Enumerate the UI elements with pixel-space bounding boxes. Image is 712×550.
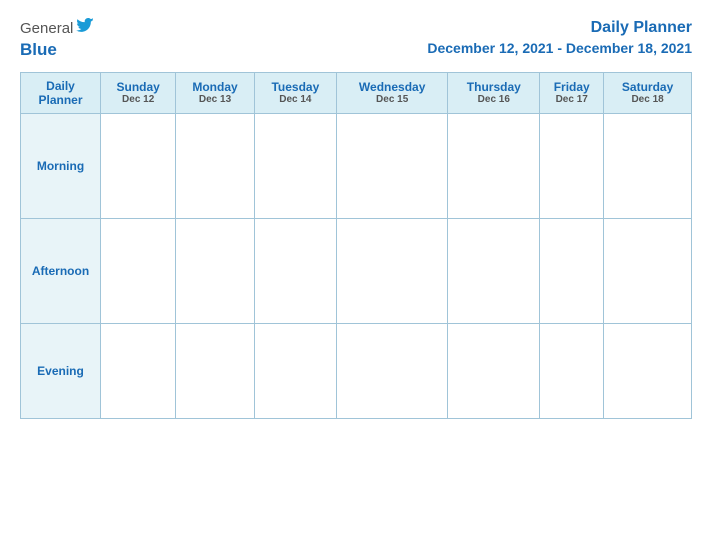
- thursday-date: Dec 16: [450, 94, 537, 105]
- morning-sunday[interactable]: [101, 113, 176, 218]
- morning-monday[interactable]: [176, 113, 254, 218]
- tuesday-date: Dec 14: [257, 94, 334, 105]
- planner-title: Daily Planner: [427, 18, 692, 39]
- evening-sunday[interactable]: [101, 323, 176, 418]
- friday-name: Friday: [542, 80, 601, 94]
- morning-row: Morning: [21, 113, 692, 218]
- saturday-name: Saturday: [606, 80, 689, 94]
- planner-col-label-planner: Planner: [23, 93, 98, 107]
- evening-wednesday[interactable]: [336, 323, 447, 418]
- morning-saturday[interactable]: [604, 113, 692, 218]
- calendar-table: Daily Planner Sunday Dec 12 Monday Dec 1…: [20, 72, 692, 419]
- calendar-header-row: Daily Planner Sunday Dec 12 Monday Dec 1…: [21, 72, 692, 113]
- planner-col-label-day: Daily: [23, 79, 98, 93]
- planner-date-range: December 12, 2021 - December 18, 2021: [427, 39, 692, 57]
- afternoon-wednesday[interactable]: [336, 218, 447, 323]
- sunday-date: Dec 12: [103, 94, 173, 105]
- logo-bird-icon: [76, 18, 94, 41]
- evening-monday[interactable]: [176, 323, 254, 418]
- logo: General Blue: [20, 18, 94, 60]
- thursday-name: Thursday: [450, 80, 537, 94]
- friday-date: Dec 17: [542, 94, 601, 105]
- wednesday-name: Wednesday: [339, 80, 445, 94]
- evening-label: Evening: [21, 323, 101, 418]
- planner-header-cell: Daily Planner: [21, 72, 101, 113]
- morning-thursday[interactable]: [448, 113, 540, 218]
- col-sunday: Sunday Dec 12: [101, 72, 176, 113]
- tuesday-name: Tuesday: [257, 80, 334, 94]
- col-friday: Friday Dec 17: [540, 72, 604, 113]
- sunday-name: Sunday: [103, 80, 173, 94]
- afternoon-monday[interactable]: [176, 218, 254, 323]
- evening-tuesday[interactable]: [254, 323, 336, 418]
- col-saturday: Saturday Dec 18: [604, 72, 692, 113]
- evening-friday[interactable]: [540, 323, 604, 418]
- afternoon-saturday[interactable]: [604, 218, 692, 323]
- header-right: Daily Planner December 12, 2021 - Decemb…: [427, 18, 692, 57]
- logo-general: General: [20, 21, 73, 38]
- col-wednesday: Wednesday Dec 15: [336, 72, 447, 113]
- col-thursday: Thursday Dec 16: [448, 72, 540, 113]
- monday-date: Dec 13: [178, 94, 251, 105]
- morning-friday[interactable]: [540, 113, 604, 218]
- monday-name: Monday: [178, 80, 251, 94]
- evening-saturday[interactable]: [604, 323, 692, 418]
- morning-wednesday[interactable]: [336, 113, 447, 218]
- afternoon-row: Afternoon: [21, 218, 692, 323]
- logo-blue: Blue: [20, 41, 57, 60]
- col-monday: Monday Dec 13: [176, 72, 254, 113]
- afternoon-sunday[interactable]: [101, 218, 176, 323]
- afternoon-label: Afternoon: [21, 218, 101, 323]
- page-header: General Blue Daily Planner December 12, …: [20, 18, 692, 60]
- col-tuesday: Tuesday Dec 14: [254, 72, 336, 113]
- wednesday-date: Dec 15: [339, 94, 445, 105]
- saturday-date: Dec 18: [606, 94, 689, 105]
- afternoon-thursday[interactable]: [448, 218, 540, 323]
- morning-label: Morning: [21, 113, 101, 218]
- evening-row: Evening: [21, 323, 692, 418]
- evening-thursday[interactable]: [448, 323, 540, 418]
- morning-tuesday[interactable]: [254, 113, 336, 218]
- afternoon-friday[interactable]: [540, 218, 604, 323]
- afternoon-tuesday[interactable]: [254, 218, 336, 323]
